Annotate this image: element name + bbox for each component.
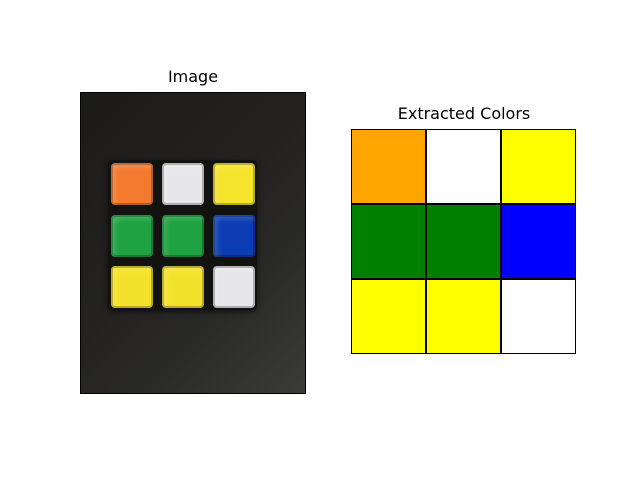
photo-sticker-green: [162, 215, 204, 257]
extracted-cell-orange: [352, 130, 425, 203]
extracted-cell-green: [352, 205, 425, 278]
extracted-colors-title: Extracted Colors: [397, 104, 531, 123]
photo-sticker-green: [111, 215, 153, 257]
cube-photo: [80, 92, 306, 394]
photo-sticker-white: [213, 266, 255, 308]
photo-sticker-yellow: [213, 163, 255, 205]
photo-sticker-white: [162, 163, 204, 205]
photo-sticker-orange: [111, 163, 153, 205]
photo-sticker-blue: [213, 215, 255, 257]
photo-sticker-yellow: [162, 266, 204, 308]
extracted-cell-yellow: [352, 280, 425, 353]
extracted-cell-green: [427, 205, 500, 278]
photo-sticker-yellow: [111, 266, 153, 308]
image-panel-title: Image: [167, 67, 219, 86]
extracted-cell-white: [427, 130, 500, 203]
extracted-cell-white: [502, 280, 575, 353]
extracted-cell-blue: [502, 205, 575, 278]
extracted-color-grid: [351, 129, 576, 354]
extracted-cell-yellow: [427, 280, 500, 353]
rubiks-cube-face: [108, 160, 257, 310]
extracted-cell-yellow: [502, 130, 575, 203]
